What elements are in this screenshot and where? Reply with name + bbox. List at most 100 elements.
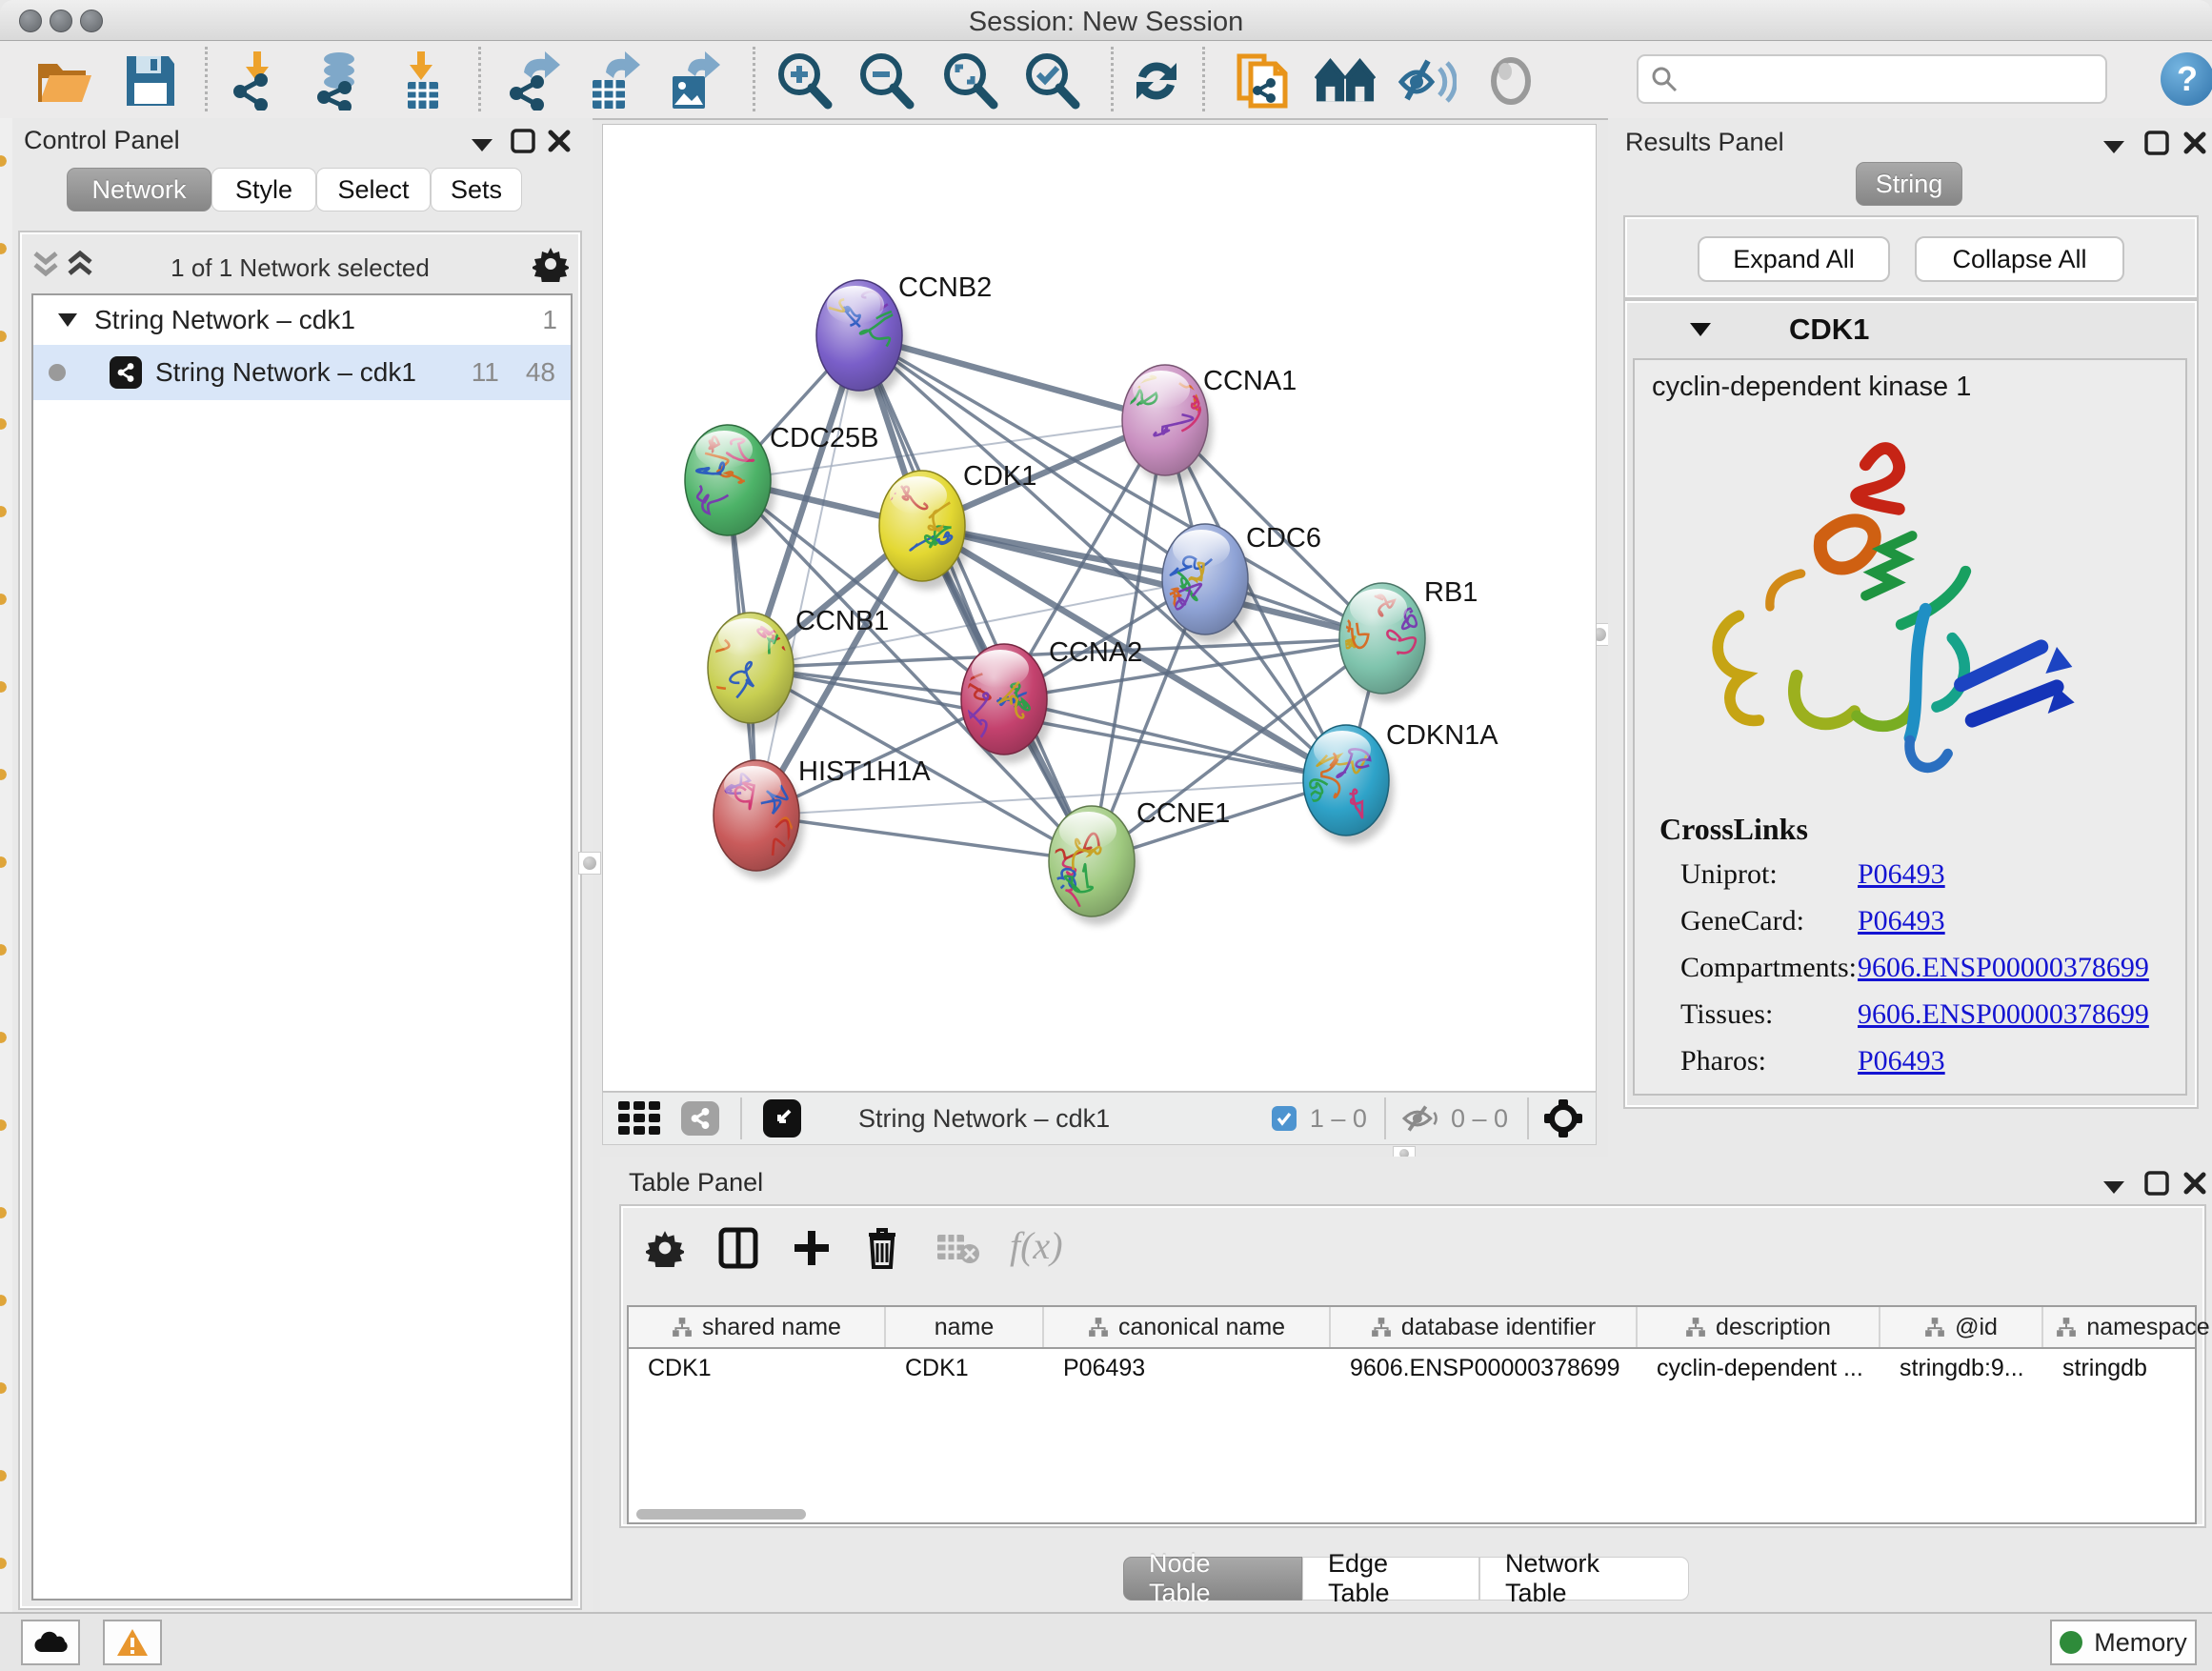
- float-panel-icon[interactable]: [2143, 130, 2170, 156]
- toolbar-separator: [1202, 47, 1205, 111]
- show-eye-icon[interactable]: [1480, 50, 1541, 111]
- save-icon[interactable]: [120, 50, 181, 111]
- show-columns-icon[interactable]: [718, 1227, 758, 1269]
- crosslink-link[interactable]: P06493: [1858, 1045, 1945, 1077]
- share-icon[interactable]: [681, 1101, 719, 1136]
- crosslink-link[interactable]: P06493: [1858, 858, 1945, 891]
- import-database-icon[interactable]: [309, 50, 370, 111]
- zoom-in-icon[interactable]: [774, 50, 835, 111]
- network-label: String Network – cdk1: [155, 357, 416, 388]
- search-input[interactable]: [1637, 54, 2107, 104]
- tab-style[interactable]: Style: [211, 168, 316, 211]
- tab-string[interactable]: String: [1856, 162, 1962, 206]
- checkbox-icon[interactable]: [1272, 1106, 1297, 1131]
- tab-sets[interactable]: Sets: [431, 168, 522, 211]
- collapse-all-button[interactable]: Collapse All: [1915, 236, 2124, 282]
- zoom-selected-icon[interactable]: [1021, 50, 1082, 111]
- network-node-rb1[interactable]: RB1: [1337, 577, 1478, 702]
- table-cell[interactable]: CDK1: [886, 1349, 1044, 1387]
- network-canvas[interactable]: CCNB2CCNA1CDC25BCDK1CDC6RB1CCNB1CCNA2CDK…: [602, 124, 1597, 1092]
- tab-node-table[interactable]: Node Table: [1123, 1557, 1302, 1601]
- network-row-selected[interactable]: String Network – cdk1 11 48: [33, 345, 571, 400]
- tab-select[interactable]: Select: [316, 168, 431, 211]
- horizontal-scrollbar[interactable]: [636, 1509, 806, 1520]
- panel-menu-icon[interactable]: [2100, 1178, 2128, 1197]
- table-cell[interactable]: stringdb:9...: [1880, 1349, 2043, 1387]
- help-icon[interactable]: ?: [2161, 52, 2212, 106]
- crosslink-link[interactable]: 9606.ENSP00000378699: [1858, 998, 2149, 1031]
- import-network-icon[interactable]: [227, 50, 288, 111]
- cloud-button[interactable]: [21, 1620, 80, 1665]
- network-node-cdc6[interactable]: CDC6: [1162, 523, 1321, 643]
- column-header-description[interactable]: description: [1638, 1307, 1880, 1347]
- network-node-ccna2[interactable]: CCNA2: [961, 637, 1142, 763]
- node-table[interactable]: shared namenamecanonical namedatabase id…: [627, 1305, 2197, 1524]
- table-cell[interactable]: stringdb: [2043, 1349, 2212, 1387]
- network-node-hist1h1a[interactable]: HIST1H1A: [714, 756, 931, 879]
- export-network-icon[interactable]: [503, 50, 564, 111]
- crosslink-link[interactable]: P06493: [1858, 905, 1945, 937]
- float-panel-icon[interactable]: [510, 128, 536, 154]
- close-panel-icon[interactable]: [2182, 130, 2208, 156]
- expand-all-button[interactable]: Expand All: [1698, 236, 1890, 282]
- crosslink-link[interactable]: 9606.ENSP00000378699: [1858, 952, 2149, 984]
- zoom-out-icon[interactable]: [855, 50, 916, 111]
- refresh-icon[interactable]: [1126, 50, 1187, 111]
- import-table-icon[interactable]: [392, 50, 453, 111]
- delete-column-icon[interactable]: [863, 1225, 901, 1271]
- home-icon[interactable]: [1315, 50, 1376, 111]
- crosslinks-heading: CrossLinks: [1659, 812, 2185, 847]
- add-column-icon[interactable]: [791, 1227, 833, 1269]
- column-header-database-identifier[interactable]: database identifier: [1331, 1307, 1638, 1347]
- string-network-graph[interactable]: CCNB2CCNA1CDC25BCDK1CDC6RB1CCNB1CCNA2CDK…: [603, 125, 1596, 1091]
- grid-view-icon[interactable]: [618, 1101, 664, 1136]
- network-node-ccnb1[interactable]: CCNB1: [703, 606, 889, 732]
- gene-collapse-icon[interactable]: [1688, 321, 1713, 338]
- column-header--id[interactable]: @id: [1880, 1307, 2043, 1347]
- gear-icon[interactable]: [646, 1229, 684, 1267]
- warning-button[interactable]: [103, 1620, 162, 1665]
- table-row[interactable]: CDK1CDK1P064939606.ENSP00000378699cyclin…: [629, 1349, 2195, 1387]
- table-cell[interactable]: P06493: [1044, 1349, 1331, 1387]
- birdseye-icon[interactable]: [763, 1099, 801, 1137]
- network-edge: [756, 335, 859, 815]
- table-panel: Table Panel f(x) shared namenamecanonica…: [600, 1157, 2212, 1612]
- vertical-splitter-handle[interactable]: [578, 852, 601, 875]
- close-panel-icon[interactable]: [546, 128, 573, 154]
- gene-section-header[interactable]: CDK1: [1625, 301, 2197, 358]
- crosslink-row: Uniprot:P06493: [1680, 858, 2185, 891]
- shared-column-icon: [1924, 1317, 1945, 1338]
- gear-icon[interactable]: [533, 246, 569, 282]
- memory-button[interactable]: Memory: [2050, 1620, 2197, 1665]
- panel-menu-icon[interactable]: [468, 135, 496, 154]
- network-node-ccne1[interactable]: CCNE1: [1049, 798, 1230, 925]
- table-cell[interactable]: 9606.ENSP00000378699: [1331, 1349, 1638, 1387]
- column-header-name[interactable]: name: [886, 1307, 1044, 1347]
- column-header-canonical-name[interactable]: canonical name: [1044, 1307, 1331, 1347]
- zoom-fit-icon[interactable]: [939, 50, 1000, 111]
- network-collection-row[interactable]: String Network – cdk1 1: [33, 295, 571, 345]
- tab-network[interactable]: Network: [67, 168, 211, 211]
- network-node-ccnb2[interactable]: CCNB2: [804, 272, 993, 399]
- column-header-shared-name[interactable]: shared name: [629, 1307, 886, 1347]
- table-cell[interactable]: CDK1: [629, 1349, 886, 1387]
- export-table-icon[interactable]: [583, 50, 644, 111]
- open-folder-icon[interactable]: [34, 50, 95, 111]
- network-node-cdc25b[interactable]: CDC25B: [685, 423, 878, 544]
- export-image-icon[interactable]: [663, 50, 724, 111]
- collection-expand-icon[interactable]: [56, 312, 79, 329]
- clone-network-share-icon[interactable]: [1233, 50, 1294, 111]
- crosslink-label: Tissues:: [1680, 998, 1858, 1031]
- column-header-namespace[interactable]: namespace: [2043, 1307, 2212, 1347]
- hide-eye-icon[interactable]: [1397, 50, 1458, 111]
- network-node-cdkn1a[interactable]: CDKN1A: [1303, 720, 1498, 844]
- close-panel-icon[interactable]: [2182, 1170, 2208, 1197]
- tab-edge-table[interactable]: Edge Table: [1302, 1557, 1479, 1601]
- status-bar: Memory: [0, 1612, 2212, 1671]
- crosshair-icon[interactable]: [1544, 1099, 1582, 1137]
- panel-menu-icon[interactable]: [2100, 137, 2128, 156]
- hidden-eye-icon[interactable]: [1401, 1104, 1439, 1133]
- float-panel-icon[interactable]: [2143, 1170, 2170, 1197]
- table-cell[interactable]: cyclin-dependent ...: [1638, 1349, 1880, 1387]
- tab-network-table[interactable]: Network Table: [1479, 1557, 1689, 1601]
